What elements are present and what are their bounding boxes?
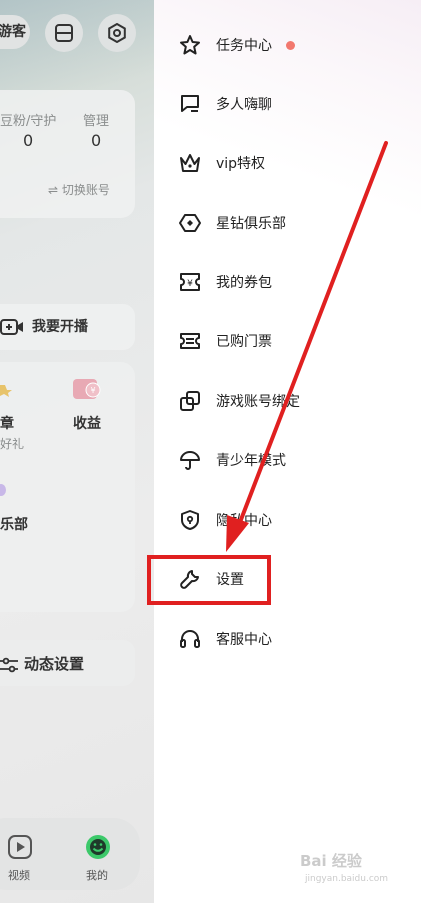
headset-icon	[178, 627, 202, 651]
diamond-icon	[178, 211, 202, 235]
switch-account-link[interactable]: ⇌ 切换账号	[48, 181, 110, 198]
menu-item-label: vip特权	[216, 156, 266, 172]
menu-item-vip[interactable]: vip特权	[154, 143, 421, 183]
star-badge-icon	[178, 33, 202, 57]
visitor-label: 游客	[0, 24, 26, 40]
go-live-row[interactable]: 我要开播	[0, 316, 88, 337]
profile-page-background: 游客 豆粉/守护 0 管理 0 ⇌ 切换账号 我要开播 章 好礼 ¥ 收益 乐部…	[0, 0, 154, 903]
tab-video-label: 视频	[8, 869, 30, 882]
menu-item-label: 任务中心	[216, 38, 272, 54]
menu-item-label: 客服中心	[216, 632, 272, 648]
dynamic-settings-label: 动态设置	[24, 655, 85, 673]
gear-icon	[108, 23, 126, 43]
badge-subtitle: 好礼	[0, 437, 25, 451]
ticket-icon	[178, 329, 202, 353]
menu-item-task-center[interactable]: 任务中心	[154, 25, 421, 65]
smiley-icon	[86, 835, 110, 859]
menu-item-label: 设置	[216, 572, 244, 588]
play-icon	[8, 835, 32, 859]
umbrella-icon	[178, 448, 202, 472]
menu-button[interactable]	[45, 14, 83, 52]
club-label[interactable]: 乐部	[0, 514, 28, 534]
features-card	[0, 362, 135, 612]
link-icon	[178, 389, 202, 413]
watermark-logo: Bai 经验	[300, 852, 362, 870]
income-label[interactable]: 收益	[73, 413, 101, 433]
svg-text:¥: ¥	[90, 386, 95, 395]
menu-item-label: 已购门票	[216, 334, 272, 350]
badge-title[interactable]: 章	[0, 413, 14, 433]
fans-label: 豆粉/守护	[0, 114, 57, 129]
wallet-icon: ¥	[73, 379, 101, 399]
wrench-icon	[178, 567, 202, 591]
coupon-icon: ¥	[178, 270, 202, 294]
menu-item-coupons[interactable]: ¥ 我的券包	[154, 262, 421, 302]
menu-item-label: 隐私中心	[216, 513, 272, 529]
watermark-url: jingyan.baidu.com	[305, 874, 389, 884]
tab-mine-label: 我的	[86, 869, 108, 882]
menu-item-privacy-center[interactable]: 隐私中心	[154, 500, 421, 540]
chat-icon	[178, 92, 202, 116]
menu-item-label: 星钻俱乐部	[216, 216, 286, 232]
fans-value: 0	[23, 131, 34, 150]
side-drawer: 任务中心 多人嗨聊 vip特权 星钻俱乐部 ¥ 我的券包 已购门票 游戏账号绑定…	[154, 0, 421, 903]
settings-button[interactable]	[98, 14, 136, 52]
menu-item-teen-mode[interactable]: 青少年模式	[154, 440, 421, 480]
star-icon	[0, 385, 12, 397]
manage-value: 0	[91, 131, 102, 150]
dynamic-settings-row[interactable]: 动态设置	[0, 653, 84, 674]
list-icon	[55, 24, 73, 42]
shield-icon	[178, 508, 202, 532]
sliders-icon	[0, 657, 18, 672]
manage-label: 管理	[83, 114, 110, 129]
menu-item-label: 青少年模式	[216, 453, 286, 469]
crown-icon	[178, 151, 202, 175]
go-live-label: 我要开播	[32, 319, 88, 335]
menu-item-label: 我的券包	[216, 275, 272, 291]
camera-icon	[0, 319, 23, 335]
menu-item-purchased-tickets[interactable]: 已购门票	[154, 321, 421, 361]
notification-dot	[286, 40, 295, 50]
menu-item-label: 游戏账号绑定	[216, 394, 300, 410]
menu-item-game-account-binding[interactable]: 游戏账号绑定	[154, 381, 421, 421]
menu-item-star-diamond-club[interactable]: 星钻俱乐部	[154, 203, 421, 243]
menu-item-group-chat[interactable]: 多人嗨聊	[154, 84, 421, 124]
menu-item-customer-service[interactable]: 客服中心	[154, 619, 421, 659]
menu-item-settings[interactable]: 设置	[154, 559, 421, 599]
svg-text:¥: ¥	[187, 279, 193, 289]
menu-item-label: 多人嗨聊	[216, 97, 272, 113]
